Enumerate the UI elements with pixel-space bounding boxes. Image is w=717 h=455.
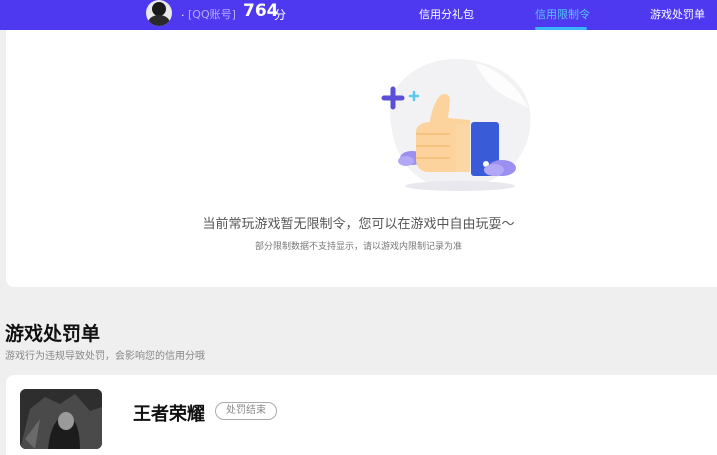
status-badge: 处罚结束 <box>215 402 277 420</box>
game-name: 王者荣耀 <box>133 404 205 425</box>
penalty-section-description: 游戏行为违规导致处罚，会影响您的信用分哦 <box>5 351 205 362</box>
account-tag: [QQ账号] <box>188 8 236 21</box>
credit-score-unit: 分 <box>274 8 287 22</box>
tab-game-penalty[interactable]: 游戏处罚单 <box>650 6 705 22</box>
game-thumbnail <box>20 389 102 449</box>
penalty-card[interactable] <box>6 375 717 455</box>
thumbs-up-icon <box>381 58 531 191</box>
avatar[interactable] <box>146 0 172 26</box>
tab-credit-restriction[interactable]: 信用限制令 <box>535 6 590 22</box>
tab-credit-gift[interactable]: 信用分礼包 <box>419 6 474 22</box>
top-bar: . [QQ账号] 764 分 信用分礼包 信用限制令 游戏处罚单 <box>0 0 717 30</box>
restriction-note: 部分限制数据不支持显示，请以游戏内限制记录为准 <box>254 242 462 252</box>
nickname: . <box>181 6 185 19</box>
no-restriction-message: 当前常玩游戏暂无限制令，您可以在游戏中自由玩耍～ <box>202 217 515 232</box>
penalty-section-title: 游戏处罚单 <box>5 323 101 345</box>
